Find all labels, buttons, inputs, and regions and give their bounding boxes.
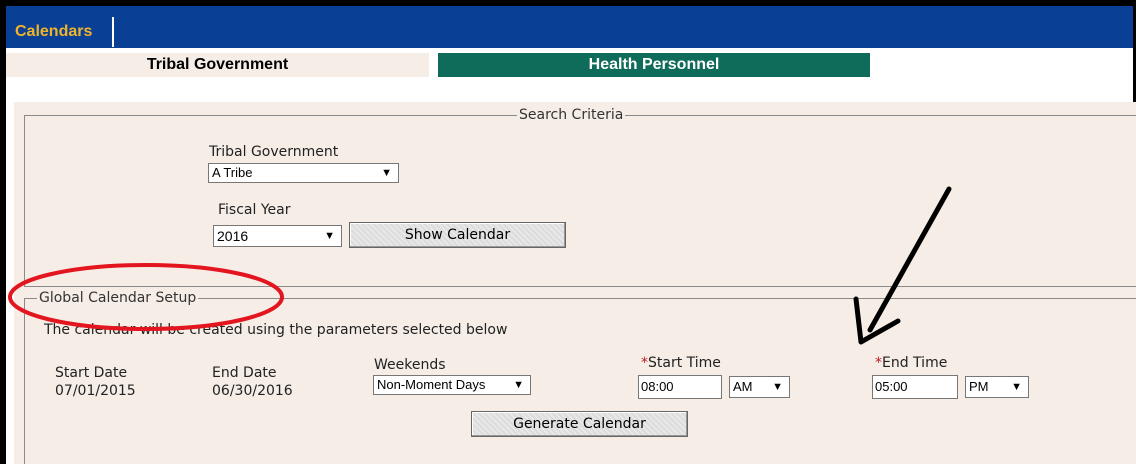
arrow-annotation-icon [867, 186, 952, 333]
annotation-overlay [8, 186, 952, 345]
red-circle-annotation [8, 263, 284, 331]
